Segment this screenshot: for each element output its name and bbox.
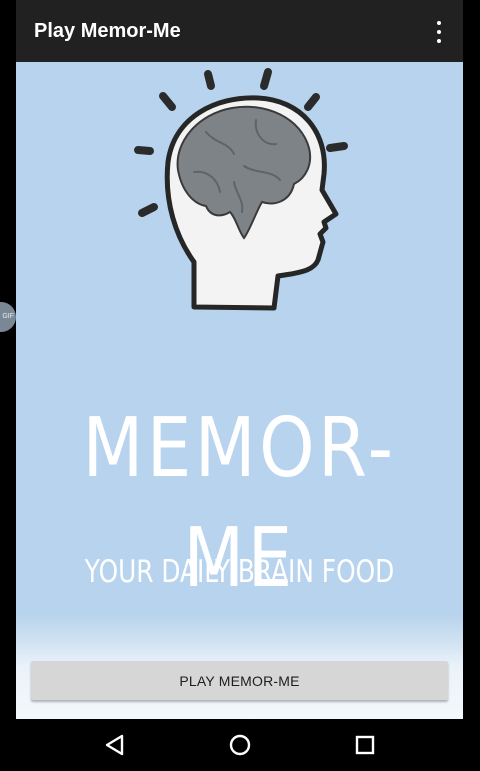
brain-head-icon [134,68,348,311]
page-title: Play Memor-Me [34,20,181,42]
splash-content: MEMOR-ME YOUR DAILY BRAIN FOOD PLAY MEMO… [16,62,463,719]
recents-square-icon[interactable] [352,732,378,758]
dot [437,39,441,43]
home-circle-icon[interactable] [227,732,253,758]
app-screen: Play Memor-Me MEMOR-ME YOUR DAILY BRAIN … [0,0,480,771]
more-vert-icon[interactable] [427,19,451,45]
navigation-bar [0,719,480,771]
gif-side-tab[interactable]: GIF [0,302,16,332]
tagline: YOUR DAILY BRAIN FOOD [84,554,395,590]
dot [437,21,441,25]
play-button[interactable]: PLAY MEMOR-ME [31,661,448,700]
dot [437,30,441,34]
back-triangle-icon[interactable] [102,732,128,758]
action-bar: Play Memor-Me [16,0,463,62]
